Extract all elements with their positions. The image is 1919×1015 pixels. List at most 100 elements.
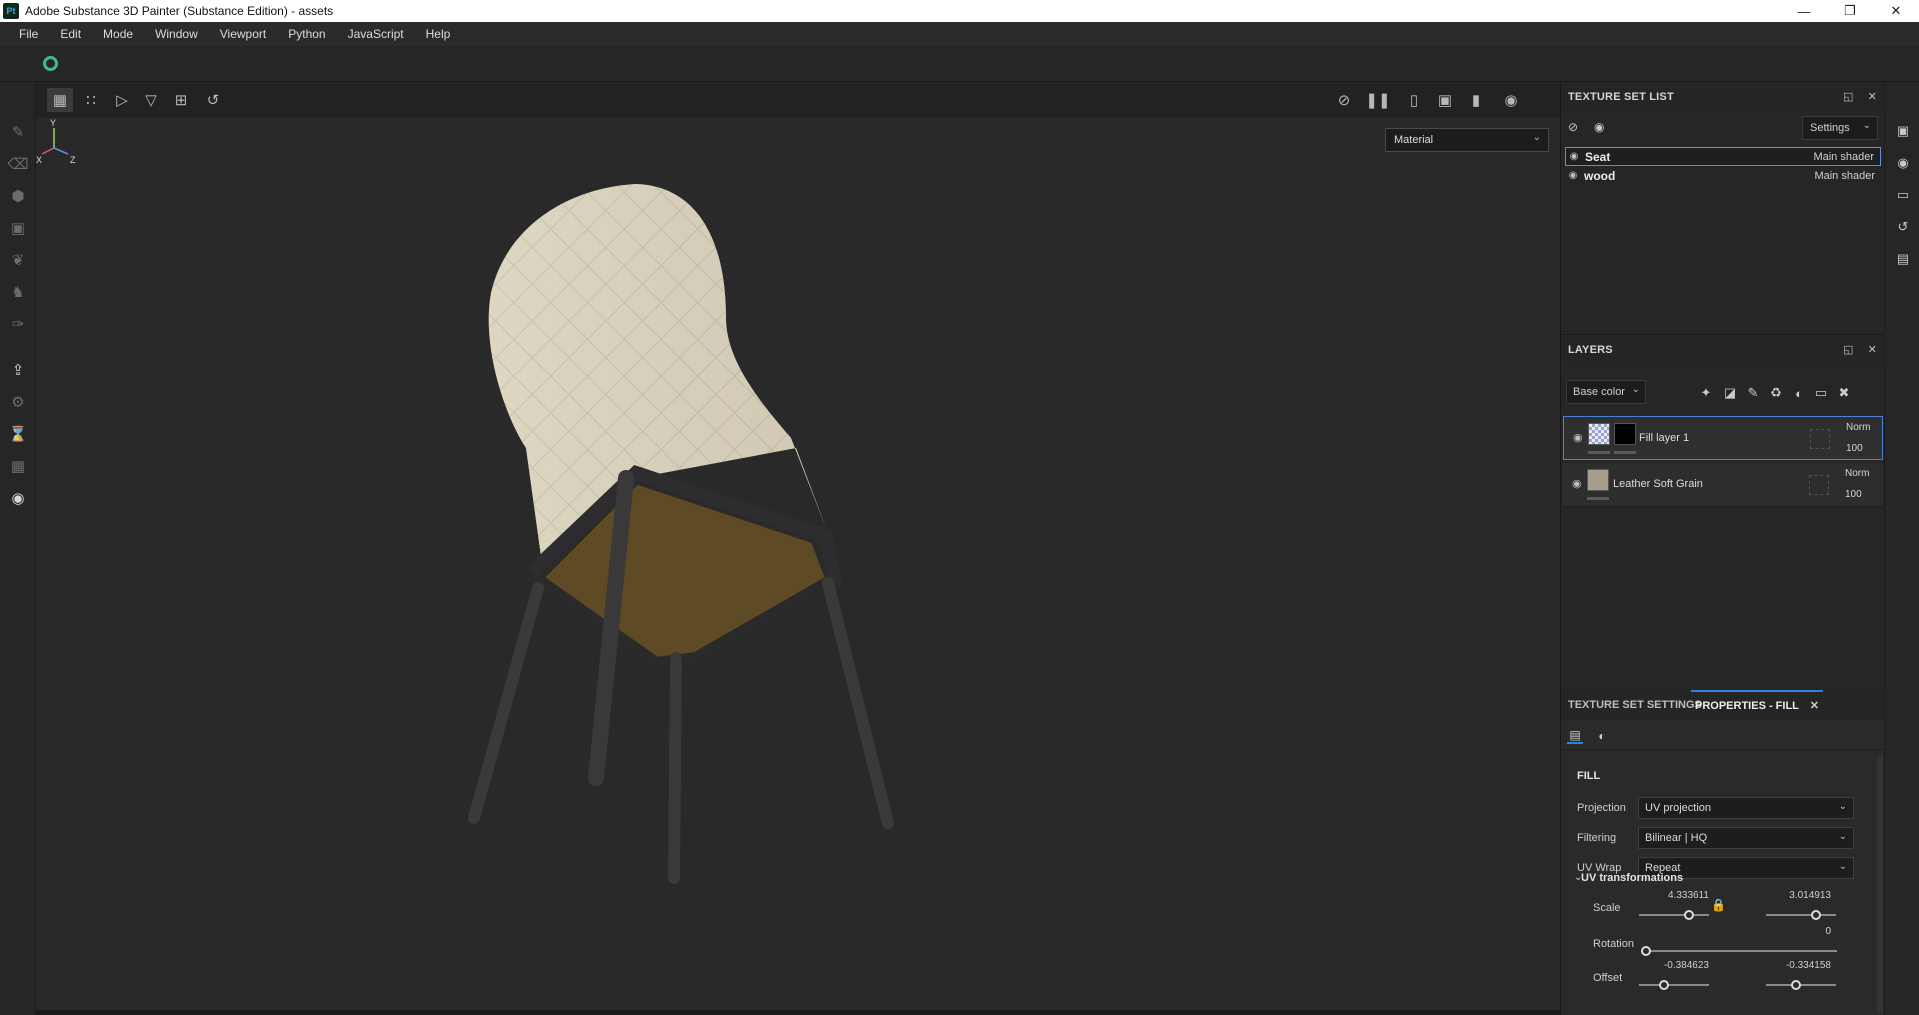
- export-icon[interactable]: ⇪: [8, 360, 28, 380]
- texture-set-item[interactable]: ◉ Seat Main shader: [1565, 147, 1881, 166]
- hide-icon[interactable]: ⊘: [1331, 88, 1357, 112]
- layer-item-fill-layer-1[interactable]: ◉ Fill layer 1 Norm 100: [1563, 416, 1883, 460]
- delete-layer-icon[interactable]: ✖: [1835, 384, 1853, 402]
- scale-u-value[interactable]: 4.333611: [1639, 890, 1709, 901]
- paint-brush-icon[interactable]: ✎: [8, 122, 28, 142]
- add-mask-icon[interactable]: ◪: [1721, 384, 1739, 402]
- visibility-eye-icon[interactable]: ◉: [1573, 431, 1583, 444]
- rotation-value[interactable]: 0: [1761, 926, 1831, 937]
- tab-properties-fill[interactable]: PROPERTIES - FILL ✕: [1691, 690, 1823, 720]
- layer-item-leather-soft-grain[interactable]: ◉ Leather Soft Grain Norm 100: [1563, 463, 1883, 507]
- add-folder-icon[interactable]: ▭: [1812, 384, 1830, 402]
- mask-thumbnail[interactable]: [1614, 423, 1636, 445]
- close-panel-icon[interactable]: ✕: [1868, 343, 1877, 356]
- 3d-viewport[interactable]: Material ⌄ Y X Z: [36, 118, 1560, 1010]
- add-paint-layer-icon[interactable]: ✎: [1744, 384, 1762, 402]
- effect-slot[interactable]: [1809, 475, 1829, 495]
- lock-icon[interactable]: 🔒: [1711, 898, 1726, 912]
- close-icon[interactable]: ✕: [1873, 0, 1919, 22]
- offset-v-slider-handle[interactable]: [1791, 980, 1801, 990]
- material-mode-icon[interactable]: ▤: [1567, 728, 1583, 744]
- add-view-icon[interactable]: ⊞: [168, 88, 194, 112]
- blend-mode-dropdown[interactable]: Norm: [1845, 468, 1869, 479]
- tab-texture-set-settings[interactable]: TEXTURE SET SETTINGS: [1568, 690, 1702, 720]
- menu-javascript[interactable]: JavaScript: [337, 27, 415, 41]
- scale-u-slider-handle[interactable]: [1684, 910, 1694, 920]
- channel-dropdown[interactable]: Base color ⌄: [1566, 380, 1646, 404]
- 2d-view-icon[interactable]: ▯: [1401, 88, 1427, 112]
- uv-icon[interactable]: ▦: [8, 456, 28, 476]
- filtering-dropdown[interactable]: Bilinear | HQ ⌄: [1638, 827, 1854, 849]
- shader-name[interactable]: Main shader: [1814, 170, 1875, 182]
- smudge-icon[interactable]: ❦: [8, 250, 28, 270]
- visibility-eye-icon[interactable]: ◉: [1566, 151, 1582, 162]
- opacity-value[interactable]: 100: [1845, 489, 1862, 500]
- scale-u-slider-track[interactable]: [1639, 914, 1709, 916]
- 3d-view-icon[interactable]: ▣: [1432, 88, 1458, 112]
- projection-dropdown[interactable]: UV projection ⌄: [1638, 797, 1854, 819]
- menu-help[interactable]: Help: [415, 27, 462, 41]
- hourglass-icon[interactable]: ⌛: [8, 424, 28, 444]
- bake-settings-icon[interactable]: ⚙: [8, 392, 28, 412]
- blend-mode-dropdown[interactable]: Norm: [1846, 422, 1870, 433]
- menu-python[interactable]: Python: [277, 27, 336, 41]
- mirror-y-icon[interactable]: ▽: [138, 88, 164, 112]
- offset-u-value[interactable]: -0.384623: [1639, 960, 1709, 971]
- offset-v-slider-track[interactable]: [1766, 984, 1836, 986]
- restore-icon[interactable]: ❐: [1827, 0, 1873, 22]
- shader-settings-icon[interactable]: ◉: [1894, 154, 1912, 172]
- material-sphere-icon[interactable]: ◐: [1594, 728, 1610, 744]
- scale-v-slider-track[interactable]: [1766, 914, 1836, 916]
- offset-v-value[interactable]: -0.334158: [1761, 960, 1831, 971]
- menu-file[interactable]: File: [8, 27, 49, 41]
- eye-icon[interactable]: ◉: [1594, 120, 1604, 134]
- color-picker-icon[interactable]: ✑: [8, 314, 28, 334]
- log-icon[interactable]: ▤: [1894, 250, 1912, 268]
- float-panel-icon[interactable]: ◱: [1843, 343, 1854, 356]
- minimize-icon[interactable]: —: [1781, 0, 1827, 22]
- add-effect-icon[interactable]: ✦: [1697, 384, 1715, 402]
- offset-u-slider-track[interactable]: [1639, 984, 1709, 986]
- properties-scrollbar[interactable]: [1877, 756, 1883, 1014]
- isolate-icon[interactable]: ⊘: [1568, 120, 1578, 134]
- menu-mode[interactable]: Mode: [92, 27, 144, 41]
- visibility-eye-icon[interactable]: ◉: [1572, 477, 1582, 490]
- effect-slot[interactable]: [1810, 429, 1830, 449]
- display-settings-icon[interactable]: ▣: [1894, 122, 1912, 140]
- rotation-slider-handle[interactable]: [1641, 946, 1651, 956]
- add-fill-layer-icon[interactable]: ♻: [1767, 384, 1785, 402]
- float-panel-icon[interactable]: ◱: [1843, 90, 1854, 103]
- assets-icon[interactable]: ▭: [1894, 186, 1912, 204]
- eraser-icon[interactable]: ⌫: [7, 154, 28, 174]
- material-dropdown[interactable]: Material ⌄: [1385, 128, 1549, 152]
- camera-icon[interactable]: ▮: [1463, 88, 1489, 112]
- grid-view-icon[interactable]: ▦: [47, 88, 73, 112]
- projection-icon[interactable]: ⬢: [8, 186, 28, 206]
- opacity-value[interactable]: 100: [1846, 443, 1863, 454]
- screenshot-icon[interactable]: ◉: [1498, 88, 1524, 112]
- menu-window[interactable]: Window: [144, 27, 209, 41]
- close-panel-icon[interactable]: ✕: [1868, 90, 1877, 103]
- history-icon[interactable]: ↺: [200, 88, 226, 112]
- uv-transformations-title[interactable]: UV transformations: [1581, 872, 1683, 884]
- pause-icon[interactable]: ❚❚: [1365, 88, 1391, 112]
- geometry-mask-icon[interactable]: ▣: [8, 218, 28, 238]
- render-icon[interactable]: ◉: [8, 488, 28, 508]
- add-smart-material-icon[interactable]: ◐: [1790, 384, 1808, 402]
- offset-u-slider-handle[interactable]: [1659, 980, 1669, 990]
- scale-v-value[interactable]: 3.014913: [1761, 890, 1831, 901]
- visibility-eye-icon[interactable]: ◉: [1565, 170, 1581, 181]
- texture-set-item[interactable]: ◉ wood Main shader: [1565, 166, 1881, 185]
- menu-edit[interactable]: Edit: [49, 27, 92, 41]
- clone-stamp-icon[interactable]: ♞: [8, 282, 28, 302]
- scale-v-slider-handle[interactable]: [1811, 910, 1821, 920]
- menu-viewport[interactable]: Viewport: [209, 27, 277, 41]
- sync-status-icon[interactable]: [43, 56, 58, 71]
- rotation-slider-track[interactable]: [1645, 950, 1837, 952]
- shader-name[interactable]: Main shader: [1813, 151, 1874, 163]
- multi-grid-icon[interactable]: ∷: [78, 88, 104, 112]
- settings-dropdown[interactable]: Settings ⌄: [1802, 116, 1878, 140]
- history-icon[interactable]: ↺: [1894, 218, 1912, 236]
- mirror-x-icon[interactable]: ▷: [109, 88, 135, 112]
- close-tab-icon[interactable]: ✕: [1810, 699, 1819, 712]
